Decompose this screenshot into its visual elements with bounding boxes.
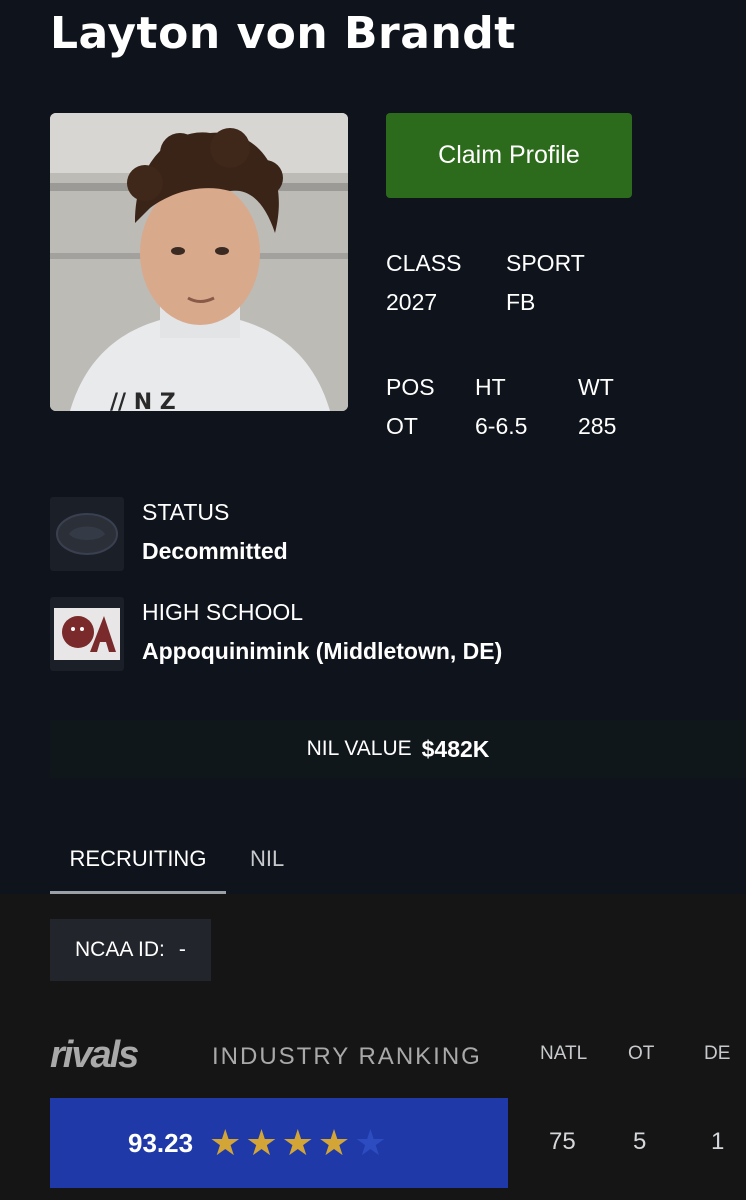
class-label: CLASS [386,250,462,276]
class-stat: CLASS 2027 [386,250,461,316]
nil-value-amount: $482K [421,735,490,762]
rivals-logo: rivals [50,1034,139,1076]
natl-header: NATL [540,1043,588,1064]
nil-value-bar: NIL VALUE $482K [50,720,746,778]
de-rank[interactable]: 1 [711,1128,724,1156]
player-name: Layton von Brandt [50,8,516,59]
nil-value-label: NIL VALUE [306,737,412,760]
high-school-row: HIGH SCHOOL Appoquinimink (Middletown, D… [50,597,502,671]
ht-label: HT [475,374,506,400]
star-filled-icon: ★ [209,1122,242,1163]
star-rating: ★ ★ ★ ★ ★ [209,1125,390,1161]
tab-recruiting[interactable]: RECRUITING [50,830,226,894]
wt-value: 285 [578,413,617,439]
natl-rank[interactable]: 75 [549,1128,576,1156]
star-filled-icon: ★ [317,1122,351,1163]
star-empty-icon: ★ [354,1122,387,1163]
ot-rank[interactable]: 5 [633,1128,646,1156]
rating-box: 93.23 ★ ★ ★ ★ ★ [50,1098,508,1188]
claim-profile-button[interactable]: Claim Profile [386,113,632,198]
wt-label: WT [578,374,614,400]
industry-ranking-title: INDUSTRY RANKING [212,1043,482,1070]
ncaa-id-value: - [178,938,186,961]
wt-stat: WT 285 [578,374,616,440]
jaguar-logo-icon[interactable] [50,597,124,671]
sport-value: FB [506,289,536,315]
ncaa-id-badge: NCAA ID: - [50,919,211,981]
ht-value: 6-6.5 [475,413,528,439]
status-value: Decommitted [142,538,288,564]
star-filled-icon: ★ [281,1122,314,1163]
school-logo-icon[interactable] [50,497,124,571]
status-row: STATUS Decommitted [50,497,288,571]
ncaa-id-label: NCAA ID: [75,938,165,961]
svg-text:// N Z: // N Z [110,390,176,411]
ot-header: OT [628,1043,655,1064]
sport-stat: SPORT FB [506,250,585,316]
pos-stat: POS OT [386,374,435,440]
class-value: 2027 [386,289,438,315]
tab-nil[interactable]: NIL [250,830,284,894]
high-school-value[interactable]: Appoquinimink (Middletown, DE) [142,638,502,665]
sport-label: SPORT [506,250,585,276]
ht-stat: HT 6-6.5 [475,374,527,440]
pos-label: POS [386,374,435,400]
status-label: STATUS [142,499,230,525]
star-filled-icon: ★ [245,1122,278,1163]
pos-value: OT [386,413,418,439]
rating-score: 93.23 [128,1127,194,1158]
high-school-label: HIGH SCHOOL [142,599,304,625]
de-header: DE [704,1043,731,1064]
player-photo: // N Z [50,113,348,411]
